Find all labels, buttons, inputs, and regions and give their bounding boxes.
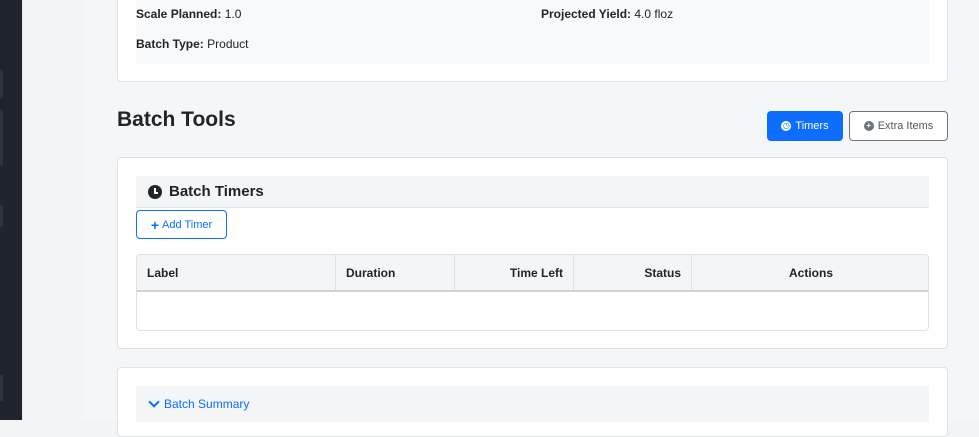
timers-table-header: Label Duration Time Left Status Actions [137, 255, 928, 292]
projected-yield: Projected Yield: 4.0 floz [541, 7, 673, 21]
batch-timers-title: Batch Timers [169, 183, 264, 200]
clock-icon [148, 184, 162, 199]
batch-info-card: Scale Planned: 1.0 Projected Yield: 4.0 … [117, 0, 948, 82]
sidebar-nav-marker[interactable] [0, 375, 3, 401]
timers-button[interactable]: ◷ Timers [767, 111, 843, 141]
add-timer-label: Add Timer [162, 218, 213, 231]
sidebar-nav-marker[interactable] [0, 70, 3, 98]
scale-planned-value: 1.0 [224, 7, 242, 21]
batch-info-panel: Scale Planned: 1.0 Projected Yield: 4.0 … [136, 0, 929, 64]
scale-planned: Scale Planned: 1.0 [136, 7, 241, 21]
batch-timers-header: Batch Timers [136, 176, 929, 208]
clock-icon: ◷ [781, 121, 792, 131]
batch-type-label: Batch Type: [136, 37, 204, 51]
batch-type-value: Product [207, 37, 249, 51]
sidebar-nav-marker[interactable] [0, 205, 3, 227]
column-header-actions[interactable]: Actions [692, 255, 928, 290]
plus-circle-icon: + [863, 121, 874, 131]
sidebar-gutter [22, 0, 83, 420]
column-header-time-left[interactable]: Time Left [455, 255, 574, 290]
projected-yield-value: 4.0 floz [634, 7, 674, 21]
sidebar [0, 0, 22, 420]
batch-type: Batch Type: Product [136, 37, 249, 51]
extra-items-button[interactable]: + Extra Items [849, 111, 948, 141]
timers-button-label: Timers [795, 120, 829, 132]
batch-tools-title: Batch Tools [117, 108, 236, 131]
main-content: Scale Planned: 1.0 Projected Yield: 4.0 … [82, 0, 979, 437]
batch-summary-label: Batch Summary [164, 397, 250, 411]
scale-planned-label: Scale Planned: [136, 7, 222, 21]
column-header-status[interactable]: Status [574, 255, 692, 290]
batch-summary-toggle[interactable]: Batch Summary [136, 386, 929, 422]
sidebar-nav-marker[interactable] [0, 110, 3, 166]
timers-table: Label Duration Time Left Status Actions [136, 254, 929, 331]
extra-items-button-label: Extra Items [877, 120, 934, 132]
column-header-label[interactable]: Label [137, 255, 336, 290]
projected-yield-label: Projected Yield: [541, 7, 632, 21]
add-timer-button[interactable]: + Add Timer [136, 210, 227, 239]
batch-summary-card: Batch Summary [117, 367, 948, 437]
batch-timers-card: Batch Timers + Add Timer Label Duration … [117, 157, 948, 349]
column-header-duration[interactable]: Duration [336, 255, 455, 290]
chevron-down-icon [148, 396, 160, 408]
plus-icon: + [150, 216, 160, 233]
